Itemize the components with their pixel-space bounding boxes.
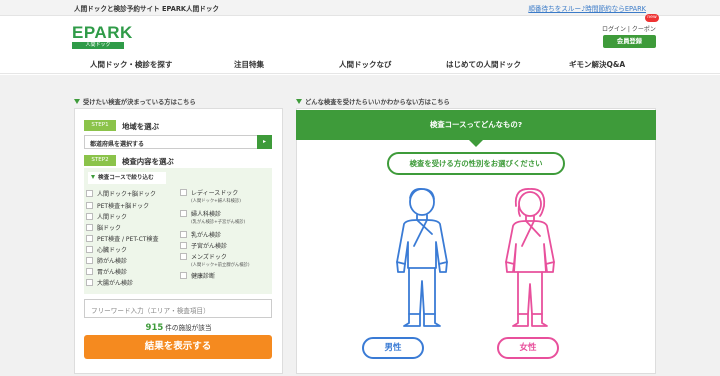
panel-notch (469, 140, 483, 147)
left-heading-text: 受けたい検査が決まっている方はこちら (83, 99, 196, 106)
course-filter-heading: 検査コースで絞り込む (98, 175, 154, 181)
checkbox[interactable] (86, 246, 93, 253)
checkbox[interactable] (180, 189, 187, 196)
course-filter-toggle[interactable]: 検査コースで絞り込む (88, 172, 166, 184)
checkbox[interactable] (180, 231, 187, 238)
checkbox-label: 子宮がん検診 (191, 243, 228, 250)
checkbox[interactable] (180, 253, 187, 260)
checkbox-label: 心臓ドック (97, 247, 128, 254)
checkbox[interactable] (86, 213, 93, 220)
chevron-right-icon[interactable]: ▸ (257, 135, 272, 149)
triangle-down-icon (296, 99, 302, 104)
top-bar: 人間ドックと検診予約サイト EPARK人間ドック 順番待ちをスルー♪時間節約なら… (0, 0, 720, 16)
checkbox-dock[interactable]: 人間ドック (86, 212, 127, 221)
free-word-placeholder: フリーワード入力（エリア・検査項目） (91, 307, 210, 315)
checkbox[interactable] (86, 257, 93, 264)
site-tagline: 人間ドックと検診予約サイト EPARK人間ドック (74, 5, 220, 13)
male-button[interactable]: 男性 (362, 337, 424, 359)
right-section-heading: どんな検査を受けたらいいかわからない方はこちら (296, 97, 450, 106)
checkbox-label: 乳がん検診 (191, 232, 222, 239)
checkbox[interactable] (180, 272, 187, 279)
checkbox-ladies[interactable]: レディースドック (人間ドック+婦人科検診) (180, 188, 241, 204)
checkbox-label: 胃がん検診 (97, 269, 128, 276)
checkbox-sub-label: (人間ドック+前立腺がん検診) (191, 263, 250, 268)
triangle-down-icon (74, 99, 80, 104)
checkbox-sub-label: (人間ドック+婦人科検診) (191, 199, 241, 204)
prefecture-select-label: 都道府県を選択する (90, 141, 145, 148)
promo-link[interactable]: 順番待ちをスルー♪時間節約ならEPARK (528, 3, 646, 13)
gender-prompt: 検査を受ける方の性別をお選びください (387, 152, 565, 175)
female-button[interactable]: 女性 (497, 337, 559, 359)
left-section-heading: 受けたい検査が決まっている方はこちら (74, 97, 196, 106)
checkbox-lung[interactable]: 肺がん検診 (86, 256, 127, 265)
checkbox-gynecology[interactable]: 婦人科検診 (乳がん検診+子宮がん検診) (180, 209, 245, 225)
result-count-number: 915 (145, 323, 164, 333)
nav-item-qa[interactable]: ギモン解決Q&A (569, 59, 625, 70)
checkbox[interactable] (180, 242, 187, 249)
guide-panel (296, 108, 656, 374)
step1-label: 地域を選ぶ (122, 122, 159, 131)
nav-item-search[interactable]: 人間ドック・検診を探す (90, 59, 172, 70)
step1-badge: STEP1 (84, 120, 116, 131)
logo-sub: 人間ドック (72, 42, 124, 49)
checkbox-label: PET検査+脳ドック (97, 203, 150, 210)
checkbox-dock-brain[interactable]: 人間ドック+脳ドック (86, 189, 156, 198)
triangle-down-icon (91, 175, 95, 179)
checkbox[interactable] (86, 224, 93, 231)
checkbox[interactable] (86, 202, 93, 209)
checkbox-mens[interactable]: メンズドック (人間ドック+前立腺がん検診) (180, 252, 250, 268)
step2-label: 検査内容を選ぶ (122, 157, 174, 166)
checkbox-health-check[interactable]: 健康診断 (180, 271, 215, 280)
checkbox[interactable] (86, 268, 93, 275)
checkbox-pet-brain[interactable]: PET検査+脳ドック (86, 201, 149, 210)
checkbox-pet-ct[interactable]: PET検査 / PET-CT検査 (86, 234, 158, 243)
checkbox-colon[interactable]: 大腸がん検診 (86, 278, 133, 287)
right-heading-text: どんな検査を受けたらいいかわからない方はこちら (305, 99, 450, 106)
epark-logo[interactable]: EPARK 人間ドック (72, 23, 133, 50)
new-badge: new (645, 14, 659, 22)
checkbox-label: PET検査 / PET-CT検査 (97, 236, 159, 243)
result-count-suffix: 件の施設が該当 (165, 324, 212, 332)
checkbox-brain[interactable]: 脳ドック (86, 223, 121, 232)
step2-badge: STEP2 (84, 155, 116, 166)
nav-item-features[interactable]: 注目特集 (234, 59, 264, 70)
checkbox-label: 大腸がん検診 (97, 280, 134, 287)
login-coupon-link[interactable]: ログイン | クーポン (602, 24, 656, 33)
checkbox-label: 人間ドック (97, 214, 128, 221)
checkbox-label: 人間ドック+脳ドック (97, 191, 157, 198)
checkbox[interactable] (86, 190, 93, 197)
checkbox-label: 脳ドック (97, 225, 122, 232)
checkbox[interactable] (180, 210, 187, 217)
checkbox-label: メンズドック (191, 254, 227, 261)
female-figure-icon[interactable] (500, 186, 560, 332)
checkbox[interactable] (86, 279, 93, 286)
show-results-button[interactable]: 結果を表示する (84, 335, 272, 359)
male-figure-icon[interactable] (392, 186, 452, 332)
checkbox-breast[interactable]: 乳がん検診 (180, 230, 221, 239)
checkbox-label: 健康診断 (191, 273, 216, 280)
checkbox-label: 肺がん検診 (97, 258, 128, 265)
checkbox-heart[interactable]: 心臓ドック (86, 245, 127, 254)
logo-word: EPARK (72, 23, 133, 42)
checkbox-sub-label: (乳がん検診+子宮がん検診) (191, 220, 246, 225)
nav-item-first-time[interactable]: はじめての人間ドック (446, 59, 521, 70)
checkbox-stomach[interactable]: 胃がん検診 (86, 267, 127, 276)
prefecture-select[interactable]: 都道府県を選択する ▸ (84, 135, 272, 149)
checkbox-uterine[interactable]: 子宮がん検診 (180, 241, 227, 250)
checkbox[interactable] (86, 235, 93, 242)
guide-panel-title: 検査コースってどんなもの? (296, 110, 656, 140)
checkbox-label: 婦人科検診 (191, 211, 222, 218)
free-word-input[interactable]: フリーワード入力（エリア・検査項目） (84, 299, 272, 318)
member-register-button[interactable]: 会員登録 (603, 35, 656, 48)
nav-item-navi[interactable]: 人間ドックなび (339, 59, 392, 70)
global-nav: 人間ドック・検診を探す 注目特集 人間ドックなび はじめての人間ドック ギモン解… (0, 54, 720, 74)
checkbox-label: レディースドック (191, 190, 239, 197)
